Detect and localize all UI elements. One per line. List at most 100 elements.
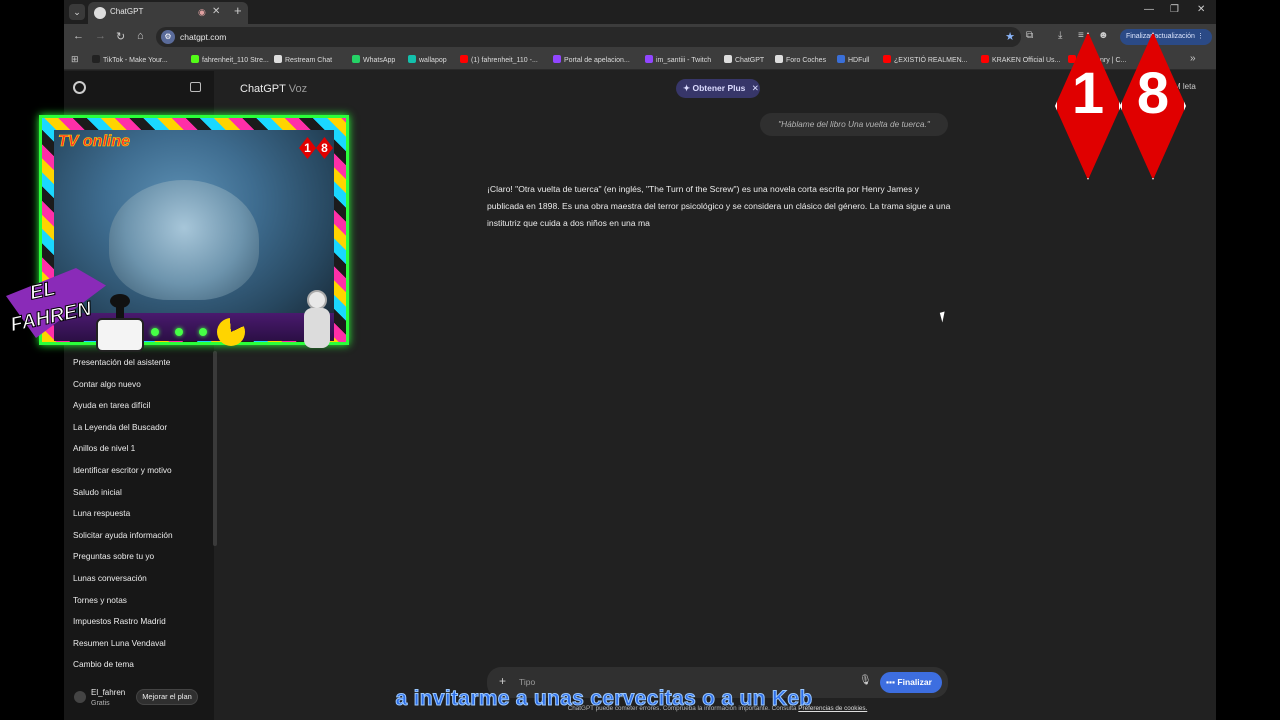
astronaut-body: [304, 308, 330, 348]
bookmark-item[interactable]: HDFull: [837, 55, 869, 64]
bookmark-label: (1) fahrenheit_110 -...: [471, 57, 538, 64]
more-bookmarks-icon[interactable]: »: [1190, 53, 1196, 64]
sidebar-chat-item[interactable]: Lunas conversación: [73, 573, 147, 583]
microphone-icon[interactable]: 🎙: [859, 675, 872, 686]
bookmark-favicon-icon: [645, 55, 653, 63]
bookmark-item[interactable]: ¿EXISTIÓ REALMEN...: [883, 55, 968, 64]
sidebar-chat-item[interactable]: Tornes y notas: [73, 595, 127, 605]
bookmark-label: KRAKEN Official Us...: [992, 57, 1061, 64]
bookmark-item[interactable]: fahrenheit_110 Stre...: [191, 55, 269, 64]
bookmark-item[interactable]: Foro Coches: [775, 55, 826, 64]
el-fahren-logo: EL FAHREN: [6, 268, 106, 358]
bookmark-label: fahrenheit_110 Stre...: [202, 57, 269, 64]
age-rating-digit-8: 8: [1136, 61, 1170, 126]
home-icon[interactable]: ⌂: [137, 30, 144, 42]
dismiss-icon[interactable]: ✕: [752, 83, 759, 93]
minimize-icon[interactable]: —: [1144, 4, 1154, 15]
bookmark-star-icon[interactable]: ★: [1005, 30, 1015, 43]
sidebar-chat-item[interactable]: Luna respuesta: [73, 508, 130, 518]
user-plan: Gratis: [91, 700, 110, 707]
pacman-icon: [217, 318, 245, 346]
url-text: chatgpt.com: [180, 32, 227, 42]
bookmark-label: TikTok - Make Your...: [103, 57, 168, 64]
sidebar-chat-item[interactable]: Contar algo nuevo: [73, 379, 141, 389]
chatgpt-logo-icon[interactable]: [73, 81, 86, 94]
get-plus-label: Obtener Plus: [692, 83, 746, 93]
apps-grid-icon[interactable]: ⊞: [71, 54, 79, 65]
profile-icon[interactable]: ☻: [1098, 30, 1109, 41]
sidebar-chat-item[interactable]: Anillos de nivel 1: [73, 443, 135, 453]
bookmark-item[interactable]: Portal de apelacion...: [553, 55, 630, 64]
browser-tab[interactable]: ChatGPT ◉ ✕: [88, 2, 248, 24]
mouse-cursor-icon: [939, 311, 948, 323]
composer-placeholder[interactable]: Tipo: [519, 677, 535, 687]
new-tab-icon[interactable]: +: [234, 3, 242, 18]
bookmark-item[interactable]: (1) fahrenheit_110 -...: [460, 55, 538, 64]
bookmark-favicon-icon: [724, 55, 732, 63]
sidebar-chat-item[interactable]: Saludo inicial: [73, 487, 122, 497]
model-mode: Voz: [288, 83, 308, 95]
bookmark-favicon-icon: [92, 55, 100, 63]
finalize-label: Finalizar: [897, 677, 932, 687]
bookmark-favicon-icon: [883, 55, 891, 63]
sidebar-chat-item[interactable]: Identificar escritor y motivo: [73, 465, 172, 475]
bookmark-item[interactable]: im_santiii - Twitch: [645, 55, 711, 64]
finalize-voice-button[interactable]: ▪▪▪ Finalizar: [880, 672, 942, 693]
sidebar-chat-item[interactable]: Presentación del asistente: [73, 357, 170, 367]
sidebar-chat-item[interactable]: La Leyenda del Buscador: [73, 422, 167, 432]
sidebar-chat-item[interactable]: Impuestos Rastro Madrid: [73, 616, 166, 626]
bookmark-item[interactable]: KRAKEN Official Us...: [981, 55, 1060, 64]
sparkle-icon: ✦: [683, 83, 691, 93]
sidebar-chat-item[interactable]: Solicitar ayuda información: [73, 530, 173, 540]
assistant-message: ¡Claro! "Otra vuelta de tuerca" (en ingl…: [487, 184, 951, 228]
sidebar-scrollbar[interactable]: [213, 351, 217, 546]
sidebar-chat-item[interactable]: Ayuda en tarea difícil: [73, 400, 150, 410]
bookmark-favicon-icon: [775, 55, 783, 63]
bookmark-item[interactable]: WhatsApp: [352, 55, 395, 64]
bookmark-item[interactable]: TikTok - Make Your...: [92, 55, 168, 64]
sidebar-chat-item[interactable]: Resumen Luna Vendaval: [73, 638, 166, 648]
screen: ⌄ ChatGPT ◉ ✕ + — ❐ ✕ ← → ↻ ⌂ ⚙ chatgpt.…: [64, 0, 1216, 720]
sidebar-chat-item[interactable]: Preguntas sobre tu yo: [73, 551, 154, 561]
user-panel[interactable]: El_fahren Gratis Mejorar el plan: [64, 682, 214, 718]
attach-plus-icon[interactable]: +: [499, 674, 506, 688]
reading-list-icon[interactable]: ≡: [1078, 30, 1084, 41]
update-button-label: Finalizar actualización: [1126, 33, 1195, 40]
back-icon[interactable]: ←: [73, 30, 84, 42]
window-close-icon[interactable]: ✕: [1197, 4, 1205, 15]
bookmark-label: Restream Chat: [285, 57, 333, 64]
bookmark-item[interactable]: wallapop: [408, 55, 447, 64]
site-info-icon[interactable]: ⚙: [161, 30, 175, 44]
pac-dot-icon: [199, 328, 207, 336]
reload-icon[interactable]: ↻: [116, 30, 125, 43]
bookmark-item[interactable]: Restream Chat: [274, 55, 332, 64]
voice-waveform-icon: ▪▪▪: [886, 677, 896, 687]
avatar[interactable]: [74, 691, 86, 703]
chatgpt-favicon-icon: [94, 7, 106, 19]
bookmark-label: HDFull: [848, 57, 870, 64]
tab-search-icon[interactable]: ⌄: [69, 4, 85, 20]
extensions-icon[interactable]: ⧉: [1026, 30, 1033, 41]
address-bar[interactable]: ⚙ chatgpt.com ★: [156, 27, 1021, 47]
bookmark-label: WhatsApp: [363, 57, 396, 64]
subtitle-caption: a invitarme a unas cervecitas o a un Keb: [395, 687, 813, 711]
update-button[interactable]: Finalizar actualización ⋮: [1120, 29, 1212, 45]
sidebar-toggle-icon[interactable]: [190, 82, 201, 92]
maximize-icon[interactable]: ❐: [1170, 4, 1179, 15]
tv-online-label: TV online: [58, 133, 131, 151]
downloads-icon[interactable]: ⤓: [1058, 30, 1062, 41]
upgrade-plan-button[interactable]: Mejorar el plan: [136, 689, 198, 705]
tab-close-icon[interactable]: ✕: [212, 6, 220, 17]
page-title[interactable]: ChatGPT Voz: [240, 83, 307, 95]
bookmark-label: wallapop: [419, 57, 447, 64]
get-plus-button[interactable]: ✦ Obtener Plus ✕: [676, 79, 760, 98]
bookmark-label: im_santiii - Twitch: [656, 57, 712, 64]
sidebar-chat-item[interactable]: Cambio de tema: [73, 659, 134, 669]
recording-icon: ◉: [198, 7, 206, 17]
bookmark-item[interactable]: ChatGPT: [724, 55, 764, 64]
age-rating-digit-1: 1: [1071, 61, 1105, 126]
bookmark-favicon-icon: [274, 55, 282, 63]
tab-bar: ⌄ ChatGPT ◉ ✕ + — ❐ ✕: [64, 0, 1216, 24]
user-message: "Háblame del libro Una vuelta de tuerca.…: [760, 113, 948, 136]
forward-icon[interactable]: →: [95, 30, 106, 42]
